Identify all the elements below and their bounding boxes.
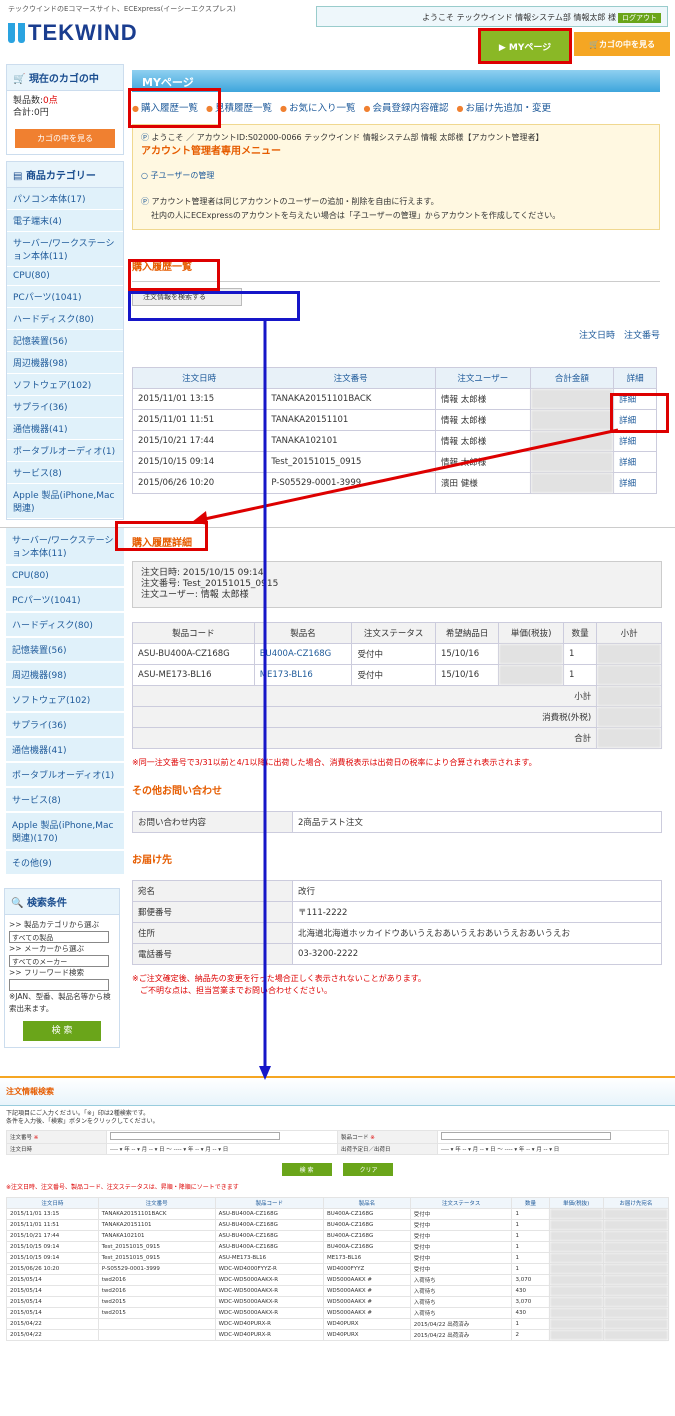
blue-arrow-head: [259, 1066, 271, 1080]
red-arrow-line: [199, 428, 619, 522]
red-arrow-head: [192, 511, 208, 525]
annotation-arrows: [192, 318, 619, 1080]
